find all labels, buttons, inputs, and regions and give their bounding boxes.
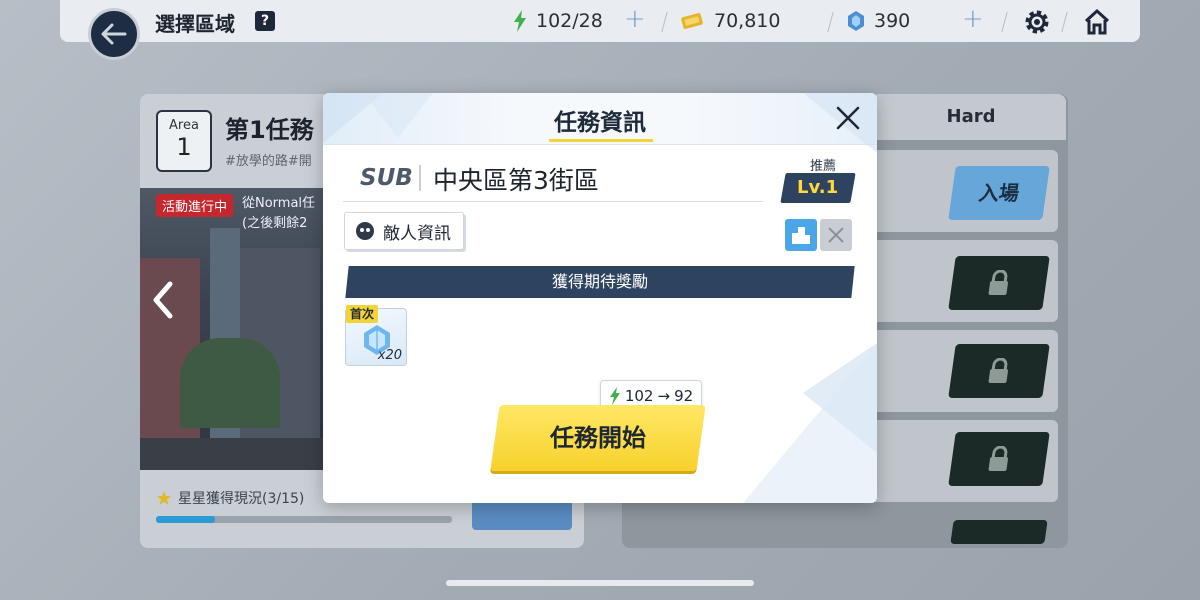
stamina-to: 92 (674, 387, 694, 405)
enemy-info-button[interactable]: 敵人資訊 (344, 212, 464, 250)
stamina-from: 102 (624, 387, 654, 405)
home-button[interactable] (1080, 5, 1114, 39)
dialog-title: 任務資訊 (554, 110, 646, 136)
stars-progress-bar (156, 516, 452, 523)
event-description: 從Normal任 (之後剩餘2 (242, 194, 315, 234)
reward-header-label: 獲得期待獎勵 (551, 272, 648, 291)
stars-reward-button[interactable] (472, 500, 572, 530)
stamina-add-button[interactable]: + (624, 4, 646, 34)
divider (419, 165, 421, 191)
lock-icon (988, 270, 1009, 295)
mission-info-dialog: 任務資訊 SUB 中央區第3街區 推薦 Lv.1 敵人資訊 獲得期待獎勵 首次 … (323, 93, 877, 503)
credits-value: 70,810 (714, 10, 781, 32)
gear-icon (1025, 10, 1049, 34)
locked-mission-button[interactable] (950, 520, 1048, 544)
reward-quantity: x20 (377, 348, 402, 363)
reward-section-header: 獲得期待獎勵 (345, 266, 855, 298)
gems-resource: 390 (846, 10, 910, 32)
mission-tags: #放學的路#開 (225, 154, 312, 169)
gems-add-button[interactable]: + (962, 4, 984, 34)
first-clear-tag: 首次 (346, 305, 379, 323)
gems-value: 390 (874, 10, 911, 32)
home-icon (1084, 8, 1110, 35)
tab-hard[interactable]: Hard (876, 94, 1066, 140)
locked-mission-button[interactable] (948, 432, 1050, 486)
plus-icon: + (962, 4, 984, 34)
stamina-arrow: → (657, 387, 671, 405)
area-label: Area (169, 118, 199, 133)
stage-name: 中央區第3街區 (433, 166, 599, 195)
stamina-resource: 102/28 (512, 10, 603, 32)
event-badge: 活動進行中 (156, 194, 234, 217)
event-text-line: 從Normal任 (242, 196, 316, 211)
title-underline (549, 139, 653, 142)
reward-item[interactable]: 首次 x20 (345, 305, 407, 366)
mission-start-label: 任務開始 (550, 424, 646, 452)
enemy-info-label: 敵人資訊 (383, 223, 451, 244)
lightning-icon (514, 10, 526, 32)
star-icon (157, 491, 171, 505)
locked-mission-button[interactable] (948, 256, 1050, 310)
stars-progress-fill (156, 516, 216, 523)
recommended-level-badge: Lv.1 (780, 173, 856, 203)
gem-icon (848, 11, 864, 31)
mission-start-button[interactable]: 任務開始 (490, 405, 706, 471)
recommended-label: 推薦 (809, 159, 836, 174)
stamina-value: 102/28 (536, 10, 603, 32)
building-icon (792, 227, 810, 244)
recommended-level: Lv.1 (797, 177, 839, 198)
stars-progress: 星星獲得現況(3/15) (156, 488, 304, 508)
event-text-line: (之後剩餘2 (242, 216, 308, 231)
home-indicator[interactable] (446, 580, 754, 586)
lightning-icon (609, 387, 620, 405)
previous-area-button[interactable] (148, 278, 178, 322)
area-indicator: Area 1 (156, 110, 212, 172)
mission-title: 第1任務 (225, 116, 314, 144)
divider (343, 201, 763, 202)
close-icon (828, 227, 844, 243)
settings-button[interactable] (1020, 5, 1054, 39)
locked-mission-button[interactable] (948, 344, 1050, 398)
help-button[interactable]: ? (255, 11, 275, 31)
chevron-left-icon (153, 281, 173, 319)
terrain-disabled-button[interactable] (820, 219, 852, 251)
lock-icon (988, 358, 1009, 383)
area-number: 1 (176, 133, 192, 161)
arrow-left-icon (101, 23, 127, 45)
stars-progress-label: 星星獲得現況(3/15) (178, 491, 305, 507)
credits-icon (681, 13, 703, 29)
close-icon (836, 106, 860, 130)
lock-icon (988, 446, 1009, 471)
sub-label: SUB (360, 165, 413, 191)
back-button[interactable] (88, 8, 140, 60)
credits-resource: 70,810 (680, 10, 780, 32)
plus-icon: + (624, 4, 646, 34)
close-button[interactable] (833, 103, 863, 133)
terrain-urban-button[interactable] (785, 219, 817, 251)
enter-button[interactable]: 入場 (948, 166, 1050, 220)
page-title: 選擇區域 (155, 12, 235, 36)
enemy-icon (356, 222, 374, 240)
